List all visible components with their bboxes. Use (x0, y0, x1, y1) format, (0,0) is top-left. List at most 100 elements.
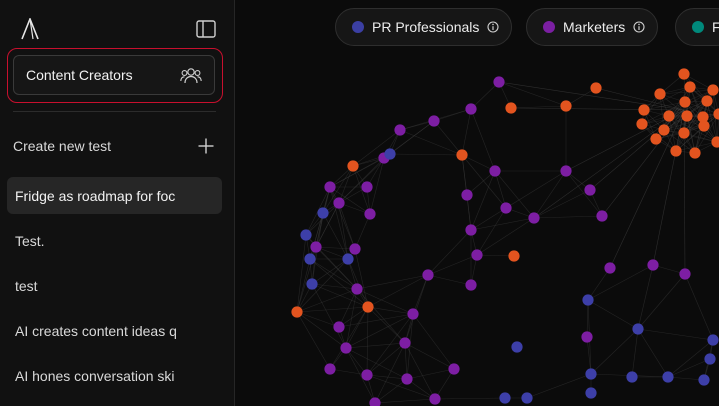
graph-node[interactable] (369, 397, 381, 406)
graph-node[interactable] (465, 103, 477, 115)
test-item[interactable]: test (7, 267, 222, 304)
graph-node[interactable] (585, 387, 597, 399)
graph-node[interactable] (428, 115, 440, 127)
graph-node[interactable] (678, 68, 690, 80)
info-icon[interactable] (633, 21, 645, 33)
test-item[interactable]: AI hones conversation ski (7, 357, 222, 394)
graph-node[interactable] (678, 127, 690, 139)
graph-node[interactable] (663, 110, 675, 122)
graph-node[interactable] (489, 165, 501, 177)
graph-node[interactable] (707, 334, 719, 346)
graph-node[interactable] (670, 145, 682, 157)
filter-chip-marketers[interactable]: Marketers (526, 8, 659, 46)
graph-node[interactable] (585, 368, 597, 380)
graph-node[interactable] (636, 118, 648, 130)
graph-node[interactable] (471, 249, 483, 261)
graph-edge (354, 248, 369, 308)
graph-node[interactable] (394, 124, 406, 136)
graph-node[interactable] (596, 210, 608, 222)
graph-node[interactable] (291, 306, 303, 318)
graph-node[interactable] (701, 95, 713, 107)
graph-node[interactable] (511, 341, 523, 353)
graph-node[interactable] (604, 262, 616, 274)
graph-node[interactable] (658, 124, 670, 136)
graph-node[interactable] (361, 181, 373, 193)
graph-edge (667, 358, 711, 378)
graph-node[interactable] (679, 268, 691, 280)
graph-node[interactable] (333, 197, 345, 209)
graph-node[interactable] (698, 374, 710, 386)
graph-node[interactable] (632, 323, 644, 335)
graph-node[interactable] (465, 224, 477, 236)
graph-node[interactable] (508, 250, 520, 262)
graph-node[interactable] (499, 392, 511, 404)
graph-node[interactable] (342, 253, 354, 265)
filter-chip-pr-professionals[interactable]: PR Professionals (335, 8, 513, 46)
graph-node[interactable] (493, 76, 505, 88)
graph-edge (470, 81, 500, 110)
graph-node[interactable] (698, 120, 710, 132)
info-icon[interactable] (487, 21, 499, 33)
graph-node[interactable] (500, 202, 512, 214)
graph-node[interactable] (465, 279, 477, 291)
graph-node[interactable] (654, 88, 666, 100)
graph-node[interactable] (590, 82, 602, 94)
graph-node[interactable] (384, 148, 396, 160)
graph-node[interactable] (581, 331, 593, 343)
test-item[interactable]: AI creates content ideas q (7, 312, 222, 349)
network-graph[interactable] (235, 0, 719, 406)
graph-node[interactable] (429, 393, 441, 405)
graph-node[interactable] (324, 363, 336, 375)
graph-node[interactable] (324, 181, 336, 193)
graph-node[interactable] (707, 84, 719, 96)
graph-node[interactable] (461, 189, 473, 201)
graph-edge (345, 288, 358, 349)
audience-selector[interactable]: Content Creators (13, 55, 215, 95)
graph-node[interactable] (456, 149, 468, 161)
graph-edge (311, 258, 349, 285)
graph-node[interactable] (407, 308, 419, 320)
graph-node[interactable] (647, 259, 659, 271)
graph-node[interactable] (704, 353, 716, 365)
graph-node[interactable] (679, 96, 691, 108)
graph-node[interactable] (347, 160, 359, 172)
graph-node[interactable] (304, 253, 316, 265)
graph-node[interactable] (505, 102, 517, 114)
graph-edge (338, 202, 356, 250)
graph-node[interactable] (361, 369, 373, 381)
graph-node[interactable] (689, 147, 701, 159)
graph-node[interactable] (662, 371, 674, 383)
graph-node[interactable] (584, 184, 596, 196)
graph-node[interactable] (362, 301, 374, 313)
graph-node[interactable] (317, 207, 329, 219)
graph-node[interactable] (306, 278, 318, 290)
graph-node[interactable] (681, 110, 693, 122)
graph-node[interactable] (650, 133, 662, 145)
filter-chip-partial[interactable]: F (675, 8, 719, 46)
graph-node[interactable] (448, 363, 460, 375)
test-item-active[interactable]: Fridge as roadmap for foc (7, 177, 222, 214)
graph-node[interactable] (684, 81, 696, 93)
graph-node[interactable] (582, 294, 594, 306)
sidebar-toggle-icon[interactable] (196, 20, 216, 38)
graph-node[interactable] (300, 229, 312, 241)
graph-node[interactable] (422, 269, 434, 281)
graph-node[interactable] (626, 371, 638, 383)
graph-node[interactable] (401, 373, 413, 385)
graph-node[interactable] (528, 212, 540, 224)
graph-node[interactable] (560, 165, 572, 177)
graph-edge (533, 189, 591, 219)
graph-node[interactable] (351, 283, 363, 295)
graph-node[interactable] (340, 342, 352, 354)
graph-node[interactable] (638, 104, 650, 116)
graph-edge (587, 264, 654, 301)
graph-node[interactable] (349, 243, 361, 255)
create-new-test-button[interactable]: Create new test (13, 132, 216, 160)
graph-node[interactable] (333, 321, 345, 333)
graph-node[interactable] (560, 100, 572, 112)
graph-node[interactable] (310, 241, 322, 253)
test-item[interactable]: Test. (7, 222, 222, 259)
graph-node[interactable] (399, 337, 411, 349)
graph-node[interactable] (364, 208, 376, 220)
graph-node[interactable] (521, 392, 533, 404)
